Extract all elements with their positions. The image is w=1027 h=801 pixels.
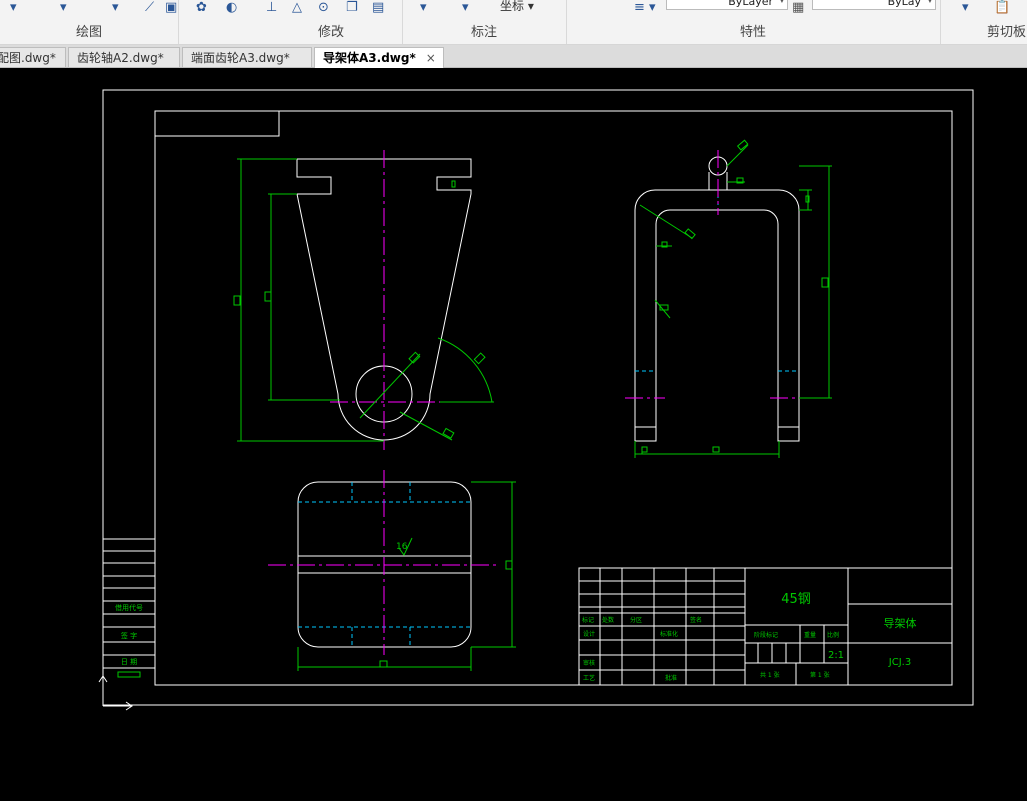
ribbon-group-title-properties: 特性 (739, 25, 766, 40)
tab-guide-frame[interactable]: 导架体A3.dwg* × (314, 47, 444, 68)
rectangle-tool-icon[interactable]: ▣ (165, 0, 177, 15)
front-view (233, 150, 494, 450)
clipboard-icon[interactable]: 📋 (994, 0, 1010, 15)
ribbon-tools-extra: ✿ ◐ (178, 0, 260, 44)
ribbon-group-title-draw: 绘图 (75, 25, 102, 40)
tb-label: 比例 (827, 631, 839, 639)
arc-tool-icon[interactable]: ▾ (60, 0, 67, 15)
move-tool-icon[interactable]: ⊥ (266, 0, 277, 15)
ribbon-group-properties: ≡ ▾ ByLayer ▼ ▦ ByLay ▼ 特性 (566, 0, 941, 44)
tab-label: 配图.dwg* (0, 51, 56, 65)
ribbon-group-title-annotate: 标注 (470, 25, 497, 40)
copy-tool-icon[interactable]: ❐ (346, 0, 358, 15)
tb-label: 设计 (583, 630, 595, 638)
tb-label: 标记 (582, 616, 594, 624)
linetype-select[interactable]: ByLayer ▼ (666, 0, 788, 10)
tb-label: 处数 (602, 616, 614, 624)
tb-label: 标准化 (660, 630, 678, 638)
close-icon[interactable]: × (426, 51, 436, 65)
tab-assembly[interactable]: 配图.dwg* (0, 47, 66, 67)
coordinate-button[interactable]: 坐标 ▾ (500, 0, 534, 14)
material-text: 45钢 (781, 592, 811, 607)
tb-label: 审核 (583, 659, 595, 667)
scale-value: 2:1 (828, 650, 844, 661)
text-dropdown-icon[interactable]: ▾ (462, 0, 469, 15)
ribbon-group-title-clipboard: 剪切板 (986, 25, 1026, 40)
chevron-down-icon: ▼ (779, 0, 785, 4)
rotate-tool-icon[interactable]: ⊙ (318, 0, 329, 15)
tb-label: 分区 (630, 616, 642, 624)
top-view: 16 (268, 470, 516, 671)
linetype-value: ByLayer (728, 0, 773, 8)
side-view (625, 139, 832, 458)
left-strip-table: 借用代号 签 字 日 期 (103, 538, 155, 678)
paste-dropdown-icon[interactable]: ▾ (962, 0, 969, 15)
tab-label: 齿轮轴A2.dwg* (77, 51, 164, 65)
drawing-number-text: JCJ.3 (888, 657, 911, 668)
tab-label: 端面齿轮A3.dwg* (191, 51, 290, 65)
lineweight-value: ByLay (887, 0, 921, 8)
dimension-dropdown-icon[interactable]: ▾ (420, 0, 427, 15)
ribbon-group-clipboard: ▾ 📋 剪切板 (940, 0, 1027, 44)
drawing-canvas[interactable]: 16 借用代号 签 字 日 期 45钢 导架体 JCJ.3 2:1 标记 处数 … (0, 68, 1027, 801)
ribbon-group-modify: ⊥ △ ⊙ ❐ ▤ 修改 (260, 0, 403, 44)
chevron-down-icon: ▼ (927, 0, 933, 4)
document-tabbar: 配图.dwg* 齿轮轴A2.dwg* 端面齿轮A3.dwg* 导架体A3.dwg… (0, 45, 1027, 68)
lineweight-select[interactable]: ByLay ▼ (812, 0, 936, 10)
tb-label: 工艺 (583, 674, 595, 682)
tb-label: 共 1 张 (760, 671, 780, 679)
strip-label: 日 期 (121, 658, 137, 666)
tb-label: 阶段标记 (754, 631, 778, 639)
ribbon-group-title-modify: 修改 (317, 25, 344, 40)
circle-tool-icon[interactable]: ▾ (112, 0, 119, 15)
tab-gear-shaft[interactable]: 齿轮轴A2.dwg* (68, 47, 180, 67)
draw-tool-icon[interactable]: ▾ (10, 0, 17, 15)
line-tool-icon[interactable]: ⟋ (145, 0, 154, 15)
corner-code-box (154, 110, 280, 137)
coordinate-label: 坐标 (500, 0, 525, 13)
edit-tool-icon[interactable]: ▤ (372, 0, 384, 15)
hatch-tool-icon[interactable]: ✿ (196, 0, 207, 15)
list-icon[interactable]: ≡ ▾ (634, 0, 656, 15)
part-name-text: 导架体 (884, 616, 917, 630)
title-block: 45钢 导架体 JCJ.3 2:1 标记 处数 分区 签名 设计 标准化 审核 … (578, 567, 953, 686)
lineweight-icon: ▦ (792, 0, 805, 15)
tab-label: 导架体A3.dwg* (323, 51, 416, 65)
tab-face-gear[interactable]: 端面齿轮A3.dwg* (182, 47, 312, 67)
strip-label: 签 字 (121, 631, 137, 640)
ribbon: ▾ ▾ ▾ ⟋ ▣ 绘图 ✿ ◐ ⊥ △ ⊙ ❐ ▤ 修改 ▾ ▾ 坐标 ▾ 标… (0, 0, 1027, 45)
ribbon-group-draw: ▾ ▾ ▾ ⟋ ▣ 绘图 (0, 0, 179, 44)
mirror-tool-icon[interactable]: △ (292, 0, 302, 15)
region-tool-icon[interactable]: ◐ (226, 0, 237, 15)
strip-label: 借用代号 (115, 603, 143, 612)
tb-label: 批准 (665, 674, 677, 682)
tb-label: 第 1 张 (810, 671, 830, 679)
ribbon-group-annotate: ▾ ▾ 坐标 ▾ 标注 (402, 0, 567, 44)
frame-border (154, 110, 953, 686)
tb-label: 重量 (804, 631, 816, 639)
tb-label: 签名 (690, 616, 702, 624)
surface-roughness-mark: 16 (396, 542, 408, 552)
sheet-border (102, 89, 974, 706)
